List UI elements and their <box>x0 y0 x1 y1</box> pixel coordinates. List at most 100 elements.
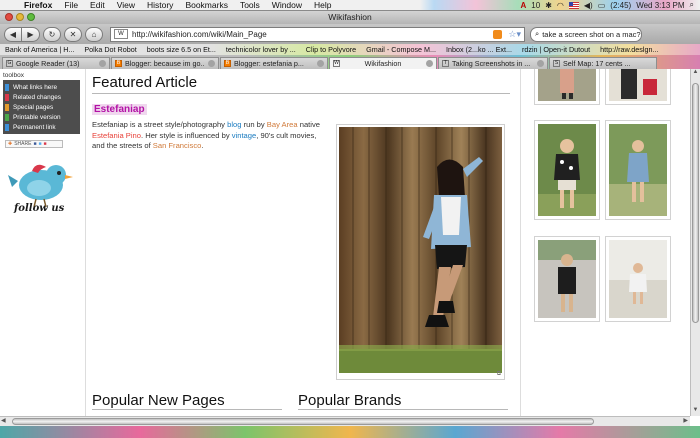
search-engine-icon[interactable]: ⌕ <box>535 29 539 39</box>
gallery-thumbnail[interactable] <box>605 69 671 105</box>
tab-blogger-1[interactable]: B Blogger: because im go... <box>111 57 219 69</box>
us-flag-icon[interactable] <box>568 1 579 9</box>
bookmark-item[interactable]: http://raw.deslgn... <box>595 45 663 54</box>
menu-app-firefox[interactable]: Firefox <box>18 0 58 10</box>
san-francisco-link[interactable]: San Francisco <box>153 141 202 150</box>
tab-google-reader[interactable]: G Google Reader (13) <box>2 57 110 69</box>
url-text[interactable]: http://wikifashion.com/wiki/Main_Page <box>132 30 489 39</box>
tab-taking-screenshots[interactable]: T Taking Screenshots in ... <box>438 57 548 69</box>
tab-close-icon[interactable] <box>317 60 324 67</box>
featured-photo[interactable] <box>339 127 502 373</box>
scroll-right-icon[interactable]: ▶ <box>683 417 688 424</box>
share-button[interactable]: ✚ SHARE ■ ■ ■ <box>5 140 63 148</box>
tab-close-icon[interactable] <box>99 60 106 67</box>
zoom-window-button[interactable] <box>27 13 35 21</box>
menu-window[interactable]: Window <box>266 0 308 10</box>
article-title-link[interactable]: Estefaniap <box>92 104 147 115</box>
estefania-pino-link[interactable]: Estefania Pino <box>92 131 141 140</box>
adobe-icon[interactable]: A <box>521 1 527 10</box>
menu-history[interactable]: History <box>141 0 179 10</box>
gallery-thumbnail[interactable] <box>605 120 671 220</box>
blogger-favicon-icon: B <box>224 60 231 67</box>
toolbox-related-changes[interactable]: Related changes <box>3 92 80 102</box>
reload-button[interactable]: ↻ <box>43 26 61 42</box>
gallery-photo[interactable] <box>609 124 667 216</box>
bookmark-item[interactable]: Gmail - Compose M... <box>361 45 441 54</box>
tab-label: Blogger: because im go... <box>125 59 205 68</box>
search-value[interactable]: take a screen shot on a mac? <box>542 30 640 39</box>
toolbox-item-label[interactable]: Special pages <box>13 104 53 111</box>
gallery-thumbnail[interactable] <box>534 236 600 322</box>
forward-button[interactable]: ▶ <box>22 26 40 42</box>
gallery-thumbnail[interactable] <box>534 69 600 105</box>
vertical-scroll-thumb[interactable] <box>692 83 699 323</box>
gallery-thumbnail[interactable] <box>534 120 600 220</box>
scroll-left-icon[interactable]: ◀ <box>1 417 6 424</box>
tab-wikifashion[interactable]: W Wikifashion <box>329 57 437 69</box>
toolbox-item-label[interactable]: Permanent link <box>13 124 56 131</box>
horizontal-scroll-thumb[interactable] <box>12 418 594 425</box>
toolbox-item-label[interactable]: What links here <box>13 84 57 91</box>
follow-us-label[interactable]: follow us <box>14 203 64 214</box>
bookmark-item[interactable]: technicolor lover by ... <box>221 45 301 54</box>
wifi-icon[interactable]: ◠ <box>557 1 564 10</box>
bookmark-item[interactable]: boots size 6.5 on Et... <box>142 45 221 54</box>
toolbox-special-pages[interactable]: Special pages <box>3 102 80 112</box>
search-input[interactable]: ⌕ take a screen shot on a mac? <box>530 26 642 42</box>
toolbox-item-label[interactable]: Related changes <box>13 94 61 101</box>
featured-photo-frame: ⧉ <box>336 124 505 380</box>
social-icons: ■ <box>38 141 42 147</box>
back-button[interactable]: ◀ <box>4 26 22 42</box>
bookmark-item[interactable]: Inbox (2...ko ... Ext... <box>441 45 517 54</box>
stop-button[interactable]: ✕ <box>64 26 82 42</box>
spotlight-icon[interactable]: ⌕ <box>690 0 694 10</box>
blog-link[interactable]: blog <box>227 120 241 129</box>
bookmark-item[interactable]: rdzin | Open-it Dutout <box>517 45 595 54</box>
address-bar[interactable]: W http://wikifashion.com/wiki/Main_Page … <box>110 26 525 42</box>
horizontal-scrollbar[interactable]: ◀ ▶ <box>0 416 690 426</box>
toolbox-printable-version[interactable]: Printable version <box>3 112 80 122</box>
toolbox-item-label[interactable]: Printable version <box>13 114 61 121</box>
bookmark-star-icon[interactable]: ☆▾ <box>508 29 521 40</box>
bay-area-link[interactable]: Bay Area <box>267 120 298 129</box>
gallery-photo[interactable] <box>609 240 667 318</box>
bookmark-item[interactable]: Bank of America | H... <box>0 45 79 54</box>
menu-view[interactable]: View <box>111 0 141 10</box>
bluetooth-icon[interactable]: ✱ <box>545 1 552 10</box>
gallery-thumbnail[interactable] <box>605 236 671 322</box>
toolbox-what-links-here[interactable]: What links here <box>3 82 80 92</box>
home-button[interactable]: ⌂ <box>85 26 103 42</box>
gallery-photo[interactable] <box>538 240 596 318</box>
scroll-down-icon[interactable]: ▼ <box>691 407 700 416</box>
tab-self-map[interactable]: S Self Map: 17 cents ... <box>549 57 657 69</box>
clock[interactable]: Wed 3:13 PM <box>636 1 684 10</box>
bookmark-item[interactable]: Polka Dot Robot <box>79 45 141 54</box>
enlarge-icon[interactable]: ⧉ <box>497 371 501 378</box>
gallery-photo[interactable] <box>538 69 596 101</box>
close-window-button[interactable] <box>5 13 13 21</box>
menu-bookmarks[interactable]: Bookmarks <box>179 0 234 10</box>
gallery-photo[interactable] <box>609 69 667 101</box>
gallery-photo[interactable] <box>538 124 596 216</box>
battery-count[interactable]: 10 <box>531 1 540 10</box>
toolbox-bullet <box>5 93 9 101</box>
battery-icon[interactable]: ▭ <box>598 1 606 10</box>
tab-blogger-2[interactable]: B Blogger: estefania p... <box>220 57 328 69</box>
tab-close-icon[interactable] <box>208 60 215 67</box>
tab-close-icon[interactable] <box>426 60 433 67</box>
tab-close-icon[interactable] <box>537 60 544 67</box>
scroll-up-icon[interactable]: ▲ <box>691 69 700 78</box>
social-icons: ■ <box>33 141 37 147</box>
battery-time[interactable]: (2:45) <box>610 1 631 10</box>
menu-tools[interactable]: Tools <box>234 0 266 10</box>
vintage-link[interactable]: vintage <box>232 131 257 140</box>
toolbox-permanent-link[interactable]: Permanent link <box>3 122 80 132</box>
minimize-window-button[interactable] <box>16 13 24 21</box>
menu-file[interactable]: File <box>58 0 84 10</box>
menu-edit[interactable]: Edit <box>84 0 111 10</box>
vertical-scrollbar[interactable]: ▲ ▼ <box>690 69 700 416</box>
bookmark-item[interactable]: Clip to Polyvore <box>301 45 361 54</box>
rss-feed-icon[interactable] <box>493 29 503 39</box>
menu-help[interactable]: Help <box>308 0 337 10</box>
volume-icon[interactable]: ◀) <box>584 1 593 10</box>
